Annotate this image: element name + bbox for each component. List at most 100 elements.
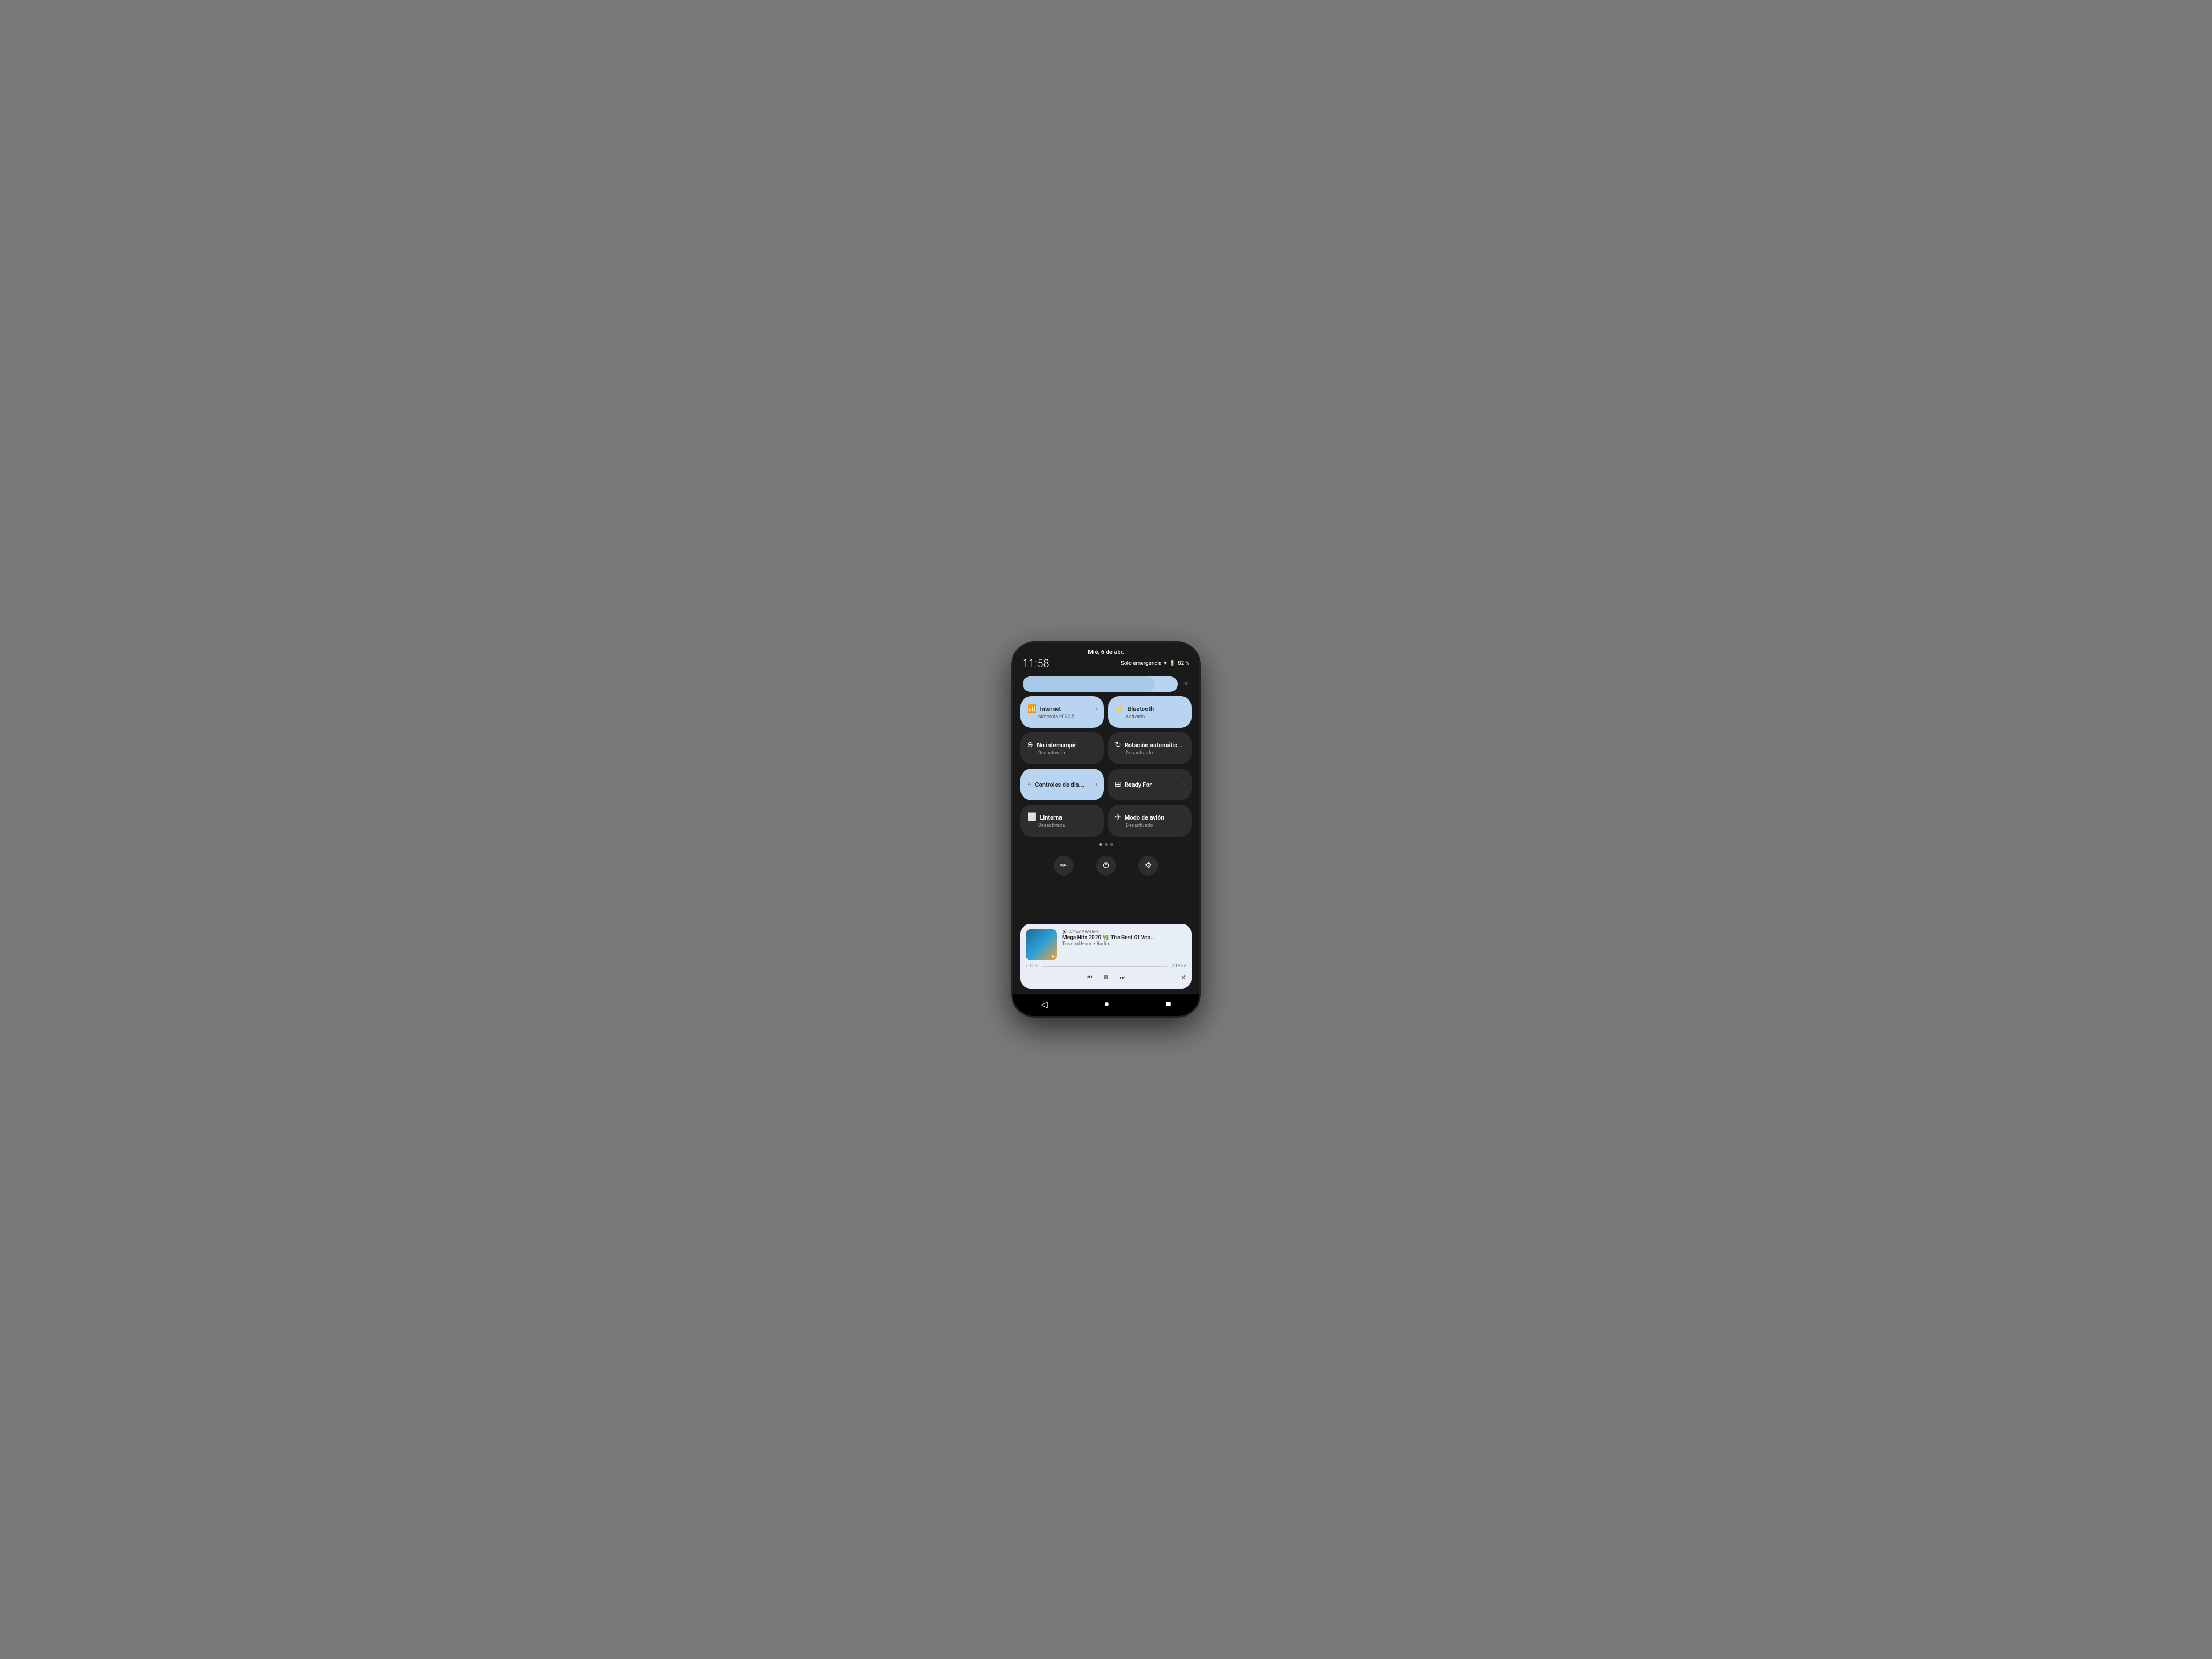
- media-title: Mega Hits 2020 🌿 The Best Of Voc...: [1062, 935, 1186, 941]
- rf-toggle-icon: ⊞: [1115, 780, 1121, 789]
- toggle-av-label: Modo de avión: [1125, 814, 1164, 821]
- back-button[interactable]: ◁: [1041, 999, 1047, 1009]
- ctrl-toggle-icon: ⌂: [1027, 780, 1031, 789]
- rot-toggle-icon: ↻: [1115, 741, 1121, 749]
- album-art: ▶: [1026, 929, 1057, 960]
- toggle-bluetooth-label: Bluetooth: [1127, 706, 1154, 713]
- page-dots: [1020, 841, 1192, 848]
- skip-back-button[interactable]: ⏮: [1087, 973, 1093, 981]
- brightness-slider[interactable]: [1023, 676, 1178, 692]
- toggle-noi-header: ⊖ No interrumpir: [1027, 741, 1097, 749]
- toggle-bluetooth-header: ⚡ Bluetooth: [1115, 704, 1185, 713]
- status-icons: Solo emergencia ▾ 🔋 82 %: [1121, 661, 1189, 667]
- toggle-internet-header: 📶 Internet ›: [1027, 704, 1097, 713]
- toggle-rf-label: Ready For: [1125, 781, 1152, 788]
- toggle-ctrl-label: Controles de dis...: [1035, 781, 1084, 788]
- status-time: 11:58: [1023, 657, 1049, 670]
- play-pause-button[interactable]: ⏸: [1104, 972, 1109, 983]
- status-bar: Mié, 6 de abr. 11:58 Solo emergencia ▾ 🔋…: [1013, 643, 1199, 672]
- rf-chevron: ›: [1183, 782, 1185, 788]
- skip-forward-button[interactable]: ⏭: [1120, 973, 1126, 981]
- toggle-no-interrumpir[interactable]: ⊖ No interrumpir Desactivado: [1020, 732, 1104, 764]
- edit-shortcut-button[interactable]: ✏: [1054, 856, 1074, 876]
- media-source: 🔊 Altavoz del telé...: [1062, 929, 1186, 934]
- toggle-rf-header: ⊞ Ready For ›: [1115, 780, 1185, 789]
- toggle-bluetooth-sublabel: Activado: [1115, 714, 1185, 720]
- toggle-bluetooth-left: ⚡ Bluetooth: [1115, 704, 1154, 713]
- battery-icon: 🔋: [1169, 661, 1176, 667]
- toggle-lint-sublabel: Desactivada: [1027, 823, 1097, 828]
- media-progress-row: 00:00 2:16:37: [1026, 963, 1186, 968]
- toggle-noi-label: No interrumpir: [1037, 742, 1076, 749]
- media-top: ▶ 🔊 Altavoz del telé... Mega Hits 2020 🌿…: [1026, 929, 1186, 960]
- wifi-icon: ▾: [1164, 661, 1166, 667]
- toggle-rot-left: ↻ Rotación automátic...: [1115, 741, 1182, 749]
- toggle-rotacion[interactable]: ↻ Rotación automátic... Desactivada: [1108, 732, 1192, 764]
- close-media-button[interactable]: ✕: [1181, 974, 1186, 981]
- status-date: Mié, 6 de abr.: [1023, 648, 1189, 656]
- phone-frame: Mié, 6 de abr. 11:58 Solo emergencia ▾ 🔋…: [1013, 643, 1199, 1016]
- status-row: 11:58 Solo emergencia ▾ 🔋 82 %: [1023, 657, 1189, 670]
- bluetooth-toggle-icon: ⚡: [1115, 704, 1124, 713]
- toggle-lint-label: Linterna: [1040, 814, 1062, 821]
- toggle-linterna[interactable]: ⬜ Linterna Desactivada: [1020, 805, 1104, 837]
- nav-bar: ◁ ● ■: [1013, 994, 1199, 1016]
- brightness-fill: [1023, 676, 1155, 692]
- emergency-text: Solo emergencia: [1121, 661, 1161, 667]
- toggle-internet-sublabel: Motorola 2022 5...: [1027, 714, 1097, 720]
- media-controls-row: ⏮ ⏸ ⏭ ✕: [1026, 972, 1186, 983]
- media-info: 🔊 Altavoz del telé... Mega Hits 2020 🌿 T…: [1062, 929, 1186, 947]
- internet-chevron: ›: [1096, 706, 1097, 712]
- toggle-internet-label: Internet: [1040, 706, 1061, 713]
- media-player: ▶ 🔊 Altavoz del telé... Mega Hits 2020 🌿…: [1020, 924, 1192, 989]
- dot-2: [1105, 843, 1108, 846]
- toggle-rot-label: Rotación automátic...: [1125, 742, 1182, 749]
- album-art-inner: ▶: [1052, 954, 1055, 958]
- media-source-text: Altavoz del telé...: [1069, 929, 1102, 934]
- ctrl-chevron: ›: [1096, 782, 1097, 788]
- toggle-av-left: ✈ Modo de avión: [1115, 813, 1164, 822]
- phone-wrapper: Mié, 6 de abr. 11:58 Solo emergencia ▾ 🔋…: [1013, 643, 1199, 1016]
- speaker-icon: 🔊: [1062, 929, 1068, 934]
- time-total: 2:16:37: [1172, 963, 1186, 968]
- toggle-lint-left: ⬜ Linterna: [1027, 813, 1062, 822]
- battery-percent: 82 %: [1178, 661, 1189, 667]
- toggle-rot-sublabel: Desactivada: [1115, 751, 1185, 756]
- toggle-rot-header: ↻ Rotación automátic...: [1115, 741, 1185, 749]
- time-elapsed: 00:00: [1026, 963, 1037, 968]
- shortcuts-row: ✏ ⏻ ⚙: [1020, 853, 1192, 879]
- toggle-avion[interactable]: ✈ Modo de avión Desactivado: [1108, 805, 1192, 837]
- toggle-ctrl-header: ⌂ Controles de dis... ›: [1027, 780, 1097, 789]
- quick-settings: ☀ 📶 Internet › Motorola 2022 5...: [1013, 672, 1199, 924]
- power-icon: ⏻: [1103, 861, 1109, 870]
- edit-icon: ✏: [1060, 861, 1067, 870]
- progress-bar[interactable]: [1041, 966, 1167, 967]
- media-artist: Tropical House Radio: [1062, 941, 1186, 947]
- brightness-row: ☀: [1020, 676, 1192, 692]
- wifi-toggle-icon: 📶: [1027, 704, 1036, 713]
- recents-button[interactable]: ■: [1166, 998, 1171, 1009]
- brightness-icon: ☀: [1182, 680, 1189, 689]
- av-toggle-icon: ✈: [1115, 813, 1121, 822]
- toggle-readyfor[interactable]: ⊞ Ready For ›: [1108, 769, 1192, 800]
- toggle-noi-sublabel: Desactivado: [1027, 751, 1097, 756]
- toggle-lint-header: ⬜ Linterna: [1027, 813, 1097, 822]
- toggle-bluetooth[interactable]: ⚡ Bluetooth Activado: [1108, 696, 1192, 728]
- lint-toggle-icon: ⬜: [1027, 813, 1036, 822]
- dot-3: [1110, 843, 1113, 846]
- toggle-ctrl-left: ⌂ Controles de dis...: [1027, 780, 1084, 789]
- toggle-internet-left: 📶 Internet: [1027, 704, 1061, 713]
- toggle-internet[interactable]: 📶 Internet › Motorola 2022 5...: [1020, 696, 1104, 728]
- settings-shortcut-button[interactable]: ⚙: [1138, 856, 1158, 876]
- toggle-grid: 📶 Internet › Motorola 2022 5... ⚡ B: [1020, 696, 1192, 837]
- toggle-controles[interactable]: ⌂ Controles de dis... ›: [1020, 769, 1104, 800]
- dot-1: [1099, 843, 1102, 846]
- toggle-av-header: ✈ Modo de avión: [1115, 813, 1185, 822]
- toggle-av-sublabel: Desactivado: [1115, 823, 1185, 828]
- screen: Mié, 6 de abr. 11:58 Solo emergencia ▾ 🔋…: [1013, 643, 1199, 1016]
- toggle-rf-left: ⊞ Ready For: [1115, 780, 1152, 789]
- noi-toggle-icon: ⊖: [1027, 741, 1034, 749]
- toggle-noi-left: ⊖ No interrumpir: [1027, 741, 1076, 749]
- home-button[interactable]: ●: [1104, 998, 1109, 1009]
- power-shortcut-button[interactable]: ⏻: [1096, 856, 1116, 876]
